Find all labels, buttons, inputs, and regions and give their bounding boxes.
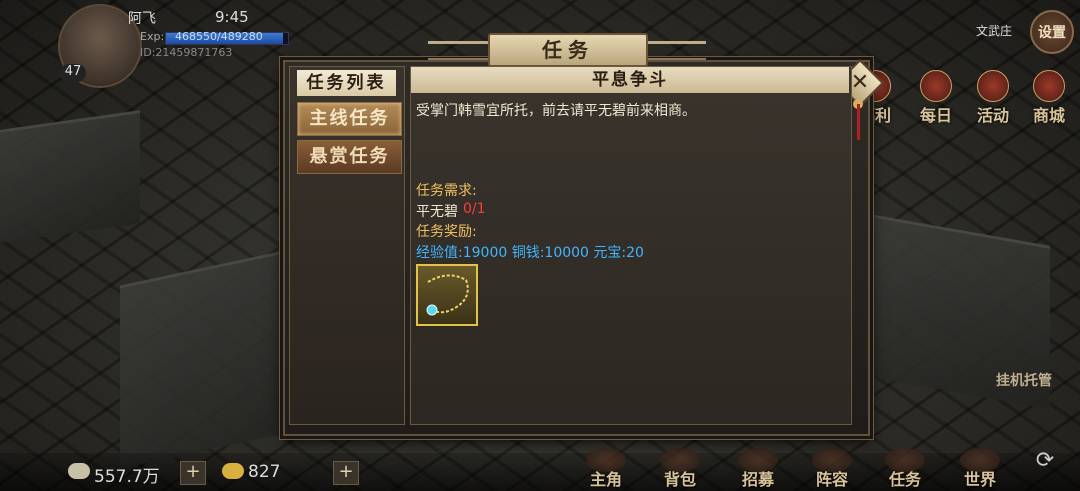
requirement-progress: 0/1 [463,201,486,217]
reward-text: 经验值:19000 铜钱:10000 元宝:20 [416,245,644,261]
event-icon [977,70,1009,102]
settings-button[interactable]: 设置 [1030,10,1074,54]
exp-value: 468550/489280 [175,30,263,43]
side-icon-daily[interactable]: 每日 [905,70,967,125]
gold-ingot-icon [222,463,244,479]
nav-bag[interactable]: 背包 [652,448,708,489]
gold-amount: 827 [248,462,281,482]
shop-icon [1033,70,1065,102]
title-wing-right [646,41,706,60]
player-level: 47 [60,64,86,82]
player-name: 阿飞 [128,11,156,27]
recruit-icon [738,448,778,472]
character-icon [586,448,626,472]
nav-character[interactable]: 主角 [578,448,634,489]
bag-icon [660,448,700,472]
quest-list-title: 任务列表 [297,70,396,96]
nav-world[interactable]: 世界 [952,448,1008,489]
world-icon [960,448,1000,472]
quest-description: 受掌门韩雪宜所托，前去请平无碧前来相商。 [416,103,696,119]
reward-label: 任务奖励: [416,224,477,240]
nav-recruit[interactable]: 招募 [730,448,786,489]
side-icon-event[interactable]: 活动 [962,70,1024,125]
title-wing-left [428,41,488,60]
player-id: ID:21459871763 [140,46,233,59]
dialog-title: 任务 [488,33,648,67]
reward-item-slot[interactable] [416,264,478,326]
building-roof [0,110,140,243]
requirement-label: 任务需求: [416,183,477,199]
copper-coin-icon [68,463,90,479]
copper-amount: 557.7万 [94,467,160,487]
afk-button[interactable]: 挂机托管 [996,370,1076,390]
nav-quest[interactable]: 任务 [877,448,933,489]
daily-icon [920,70,952,102]
quest-title: 平息争斗 [592,70,668,90]
quest-icon [885,448,925,472]
tab-main-quest[interactable]: 主线任务 [297,102,402,136]
tab-bounty-quest[interactable]: 悬赏任务 [297,140,402,174]
jade-necklace-icon [426,274,469,316]
add-gold-button[interactable]: + [333,461,359,485]
clock: 9:45 [215,8,249,26]
formation-icon [812,448,852,472]
tassel [857,104,860,140]
add-copper-button[interactable]: + [180,461,206,485]
exp-label: Exp: [140,30,165,43]
refresh-icon[interactable]: ⟳ [1032,448,1058,474]
requirement-target: 平无碧 [416,204,458,220]
side-icon-shop[interactable]: 商城 [1018,70,1080,125]
zone-name: 文武庄 [976,24,1013,38]
nav-formation[interactable]: 阵容 [804,448,860,489]
